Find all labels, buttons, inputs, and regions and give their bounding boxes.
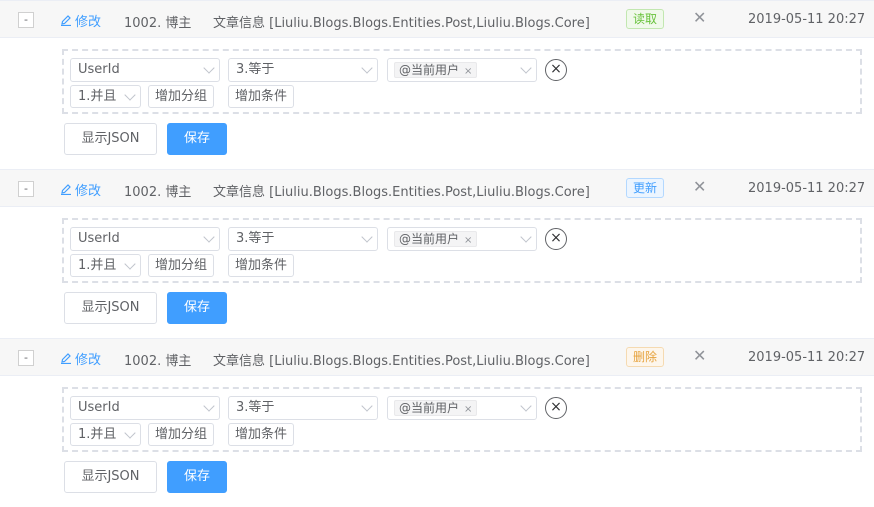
chevron-down-icon <box>520 62 532 74</box>
edit-label: 修改 <box>75 184 102 199</box>
operator-select[interactable]: 3.等于 <box>228 396 378 420</box>
value-chip: @当前用户 × <box>394 400 478 416</box>
close-icon[interactable]: ✕ <box>693 177 706 196</box>
user-label: 1002. 博主 <box>124 354 192 369</box>
entity-label: 文章信息 [Liuliu.Blogs.Blogs.Entities.Post,L… <box>213 16 590 31</box>
add-condition-button[interactable]: 增加条件 <box>228 85 295 108</box>
chip-remove-icon[interactable]: × <box>464 66 472 77</box>
timestamp: 2019-05-11 20:27 <box>748 181 866 196</box>
remove-condition-button[interactable]: × <box>545 397 567 419</box>
chevron-down-icon <box>520 400 532 412</box>
show-json-button[interactable]: 显示JSON <box>64 292 157 324</box>
value-chip-label: @当前用户 <box>399 63 460 77</box>
chevron-down-icon <box>361 62 373 74</box>
operator-select-value: 3.等于 <box>236 400 275 415</box>
field-select[interactable]: UserId <box>70 58 220 82</box>
close-icon[interactable]: ✕ <box>693 8 706 27</box>
value-chip: @当前用户 × <box>394 231 478 247</box>
add-group-button[interactable]: 增加分组 <box>148 254 215 277</box>
entity-label: 文章信息 [Liuliu.Blogs.Blogs.Entities.Post,L… <box>213 354 590 369</box>
logic-select-value: 1.并且 <box>78 89 117 104</box>
row-header: - 修改 1002. 博主 文章信息 [Liuliu.Blogs.Blogs.E… <box>0 0 874 38</box>
logic-select[interactable]: 1.并且 <box>70 85 141 108</box>
save-button[interactable]: 保存 <box>167 461 227 493</box>
add-group-button[interactable]: 增加分组 <box>148 423 215 446</box>
field-select-value: UserId <box>78 62 120 77</box>
value-select[interactable]: @当前用户 × <box>387 227 537 251</box>
edit-label: 修改 <box>75 15 102 30</box>
row-header: - 修改 1002. 博主 文章信息 [Liuliu.Blogs.Blogs.E… <box>0 338 874 376</box>
field-select[interactable]: UserId <box>70 396 220 420</box>
save-button[interactable]: 保存 <box>167 292 227 324</box>
filter-group: UserId 3.等于 @当前用户 × × 1.并且 增加分组 增加条件 <box>62 218 862 283</box>
logic-select[interactable]: 1.并且 <box>70 423 141 446</box>
operator-select[interactable]: 3.等于 <box>228 58 378 82</box>
add-condition-button[interactable]: 增加条件 <box>228 423 295 446</box>
logic-select[interactable]: 1.并且 <box>70 254 141 277</box>
value-chip-label: @当前用户 <box>399 232 460 246</box>
value-chip-label: @当前用户 <box>399 401 460 415</box>
show-json-button[interactable]: 显示JSON <box>64 461 157 493</box>
operator-select-value: 3.等于 <box>236 62 275 77</box>
pencil-icon <box>60 183 72 199</box>
edit-link[interactable]: 修改 <box>60 349 101 368</box>
field-select[interactable]: UserId <box>70 227 220 251</box>
save-button[interactable]: 保存 <box>167 123 227 155</box>
chevron-down-icon <box>361 231 373 243</box>
edit-link[interactable]: 修改 <box>60 11 101 30</box>
collapse-button[interactable]: - <box>18 12 34 28</box>
timestamp: 2019-05-11 20:27 <box>748 12 866 27</box>
collapse-button[interactable]: - <box>18 181 34 197</box>
permission-row: - 修改 1002. 博主 文章信息 [Liuliu.Blogs.Blogs.E… <box>0 169 874 338</box>
pencil-icon <box>60 352 72 368</box>
operation-tag: 读取 <box>626 9 665 29</box>
chip-remove-icon[interactable]: × <box>464 404 472 415</box>
edit-label: 修改 <box>75 353 102 368</box>
chevron-down-icon <box>124 89 136 101</box>
chevron-down-icon <box>520 231 532 243</box>
chevron-down-icon <box>124 258 136 270</box>
user-label: 1002. 博主 <box>124 16 192 31</box>
user-label: 1002. 博主 <box>124 185 192 200</box>
chevron-down-icon <box>124 427 136 439</box>
value-chip: @当前用户 × <box>394 62 478 78</box>
close-icon[interactable]: ✕ <box>693 346 706 365</box>
operator-select-value: 3.等于 <box>236 231 275 246</box>
operation-tag: 更新 <box>626 178 665 198</box>
chevron-down-icon <box>203 231 215 243</box>
chevron-down-icon <box>203 400 215 412</box>
logic-select-value: 1.并且 <box>78 258 117 273</box>
chevron-down-icon <box>203 62 215 74</box>
timestamp: 2019-05-11 20:27 <box>748 350 866 365</box>
field-select-value: UserId <box>78 231 120 246</box>
add-condition-button[interactable]: 增加条件 <box>228 254 295 277</box>
add-group-button[interactable]: 增加分组 <box>148 85 215 108</box>
filter-group: UserId 3.等于 @当前用户 × × 1.并且 增加分组 增加条件 <box>62 49 862 114</box>
edit-link[interactable]: 修改 <box>60 180 101 199</box>
chip-remove-icon[interactable]: × <box>464 235 472 246</box>
value-select[interactable]: @当前用户 × <box>387 58 537 82</box>
chevron-down-icon <box>361 400 373 412</box>
permission-row: - 修改 1002. 博主 文章信息 [Liuliu.Blogs.Blogs.E… <box>0 338 874 507</box>
show-json-button[interactable]: 显示JSON <box>64 123 157 155</box>
operator-select[interactable]: 3.等于 <box>228 227 378 251</box>
permission-row: - 修改 1002. 博主 文章信息 [Liuliu.Blogs.Blogs.E… <box>0 0 874 169</box>
collapse-button[interactable]: - <box>18 350 34 366</box>
remove-condition-button[interactable]: × <box>545 228 567 250</box>
row-header: - 修改 1002. 博主 文章信息 [Liuliu.Blogs.Blogs.E… <box>0 169 874 207</box>
logic-select-value: 1.并且 <box>78 427 117 442</box>
value-select[interactable]: @当前用户 × <box>387 396 537 420</box>
pencil-icon <box>60 14 72 30</box>
field-select-value: UserId <box>78 400 120 415</box>
entity-label: 文章信息 [Liuliu.Blogs.Blogs.Entities.Post,L… <box>213 185 590 200</box>
operation-tag: 删除 <box>626 347 665 367</box>
filter-group: UserId 3.等于 @当前用户 × × 1.并且 增加分组 增加条件 <box>62 387 862 452</box>
remove-condition-button[interactable]: × <box>545 59 567 81</box>
